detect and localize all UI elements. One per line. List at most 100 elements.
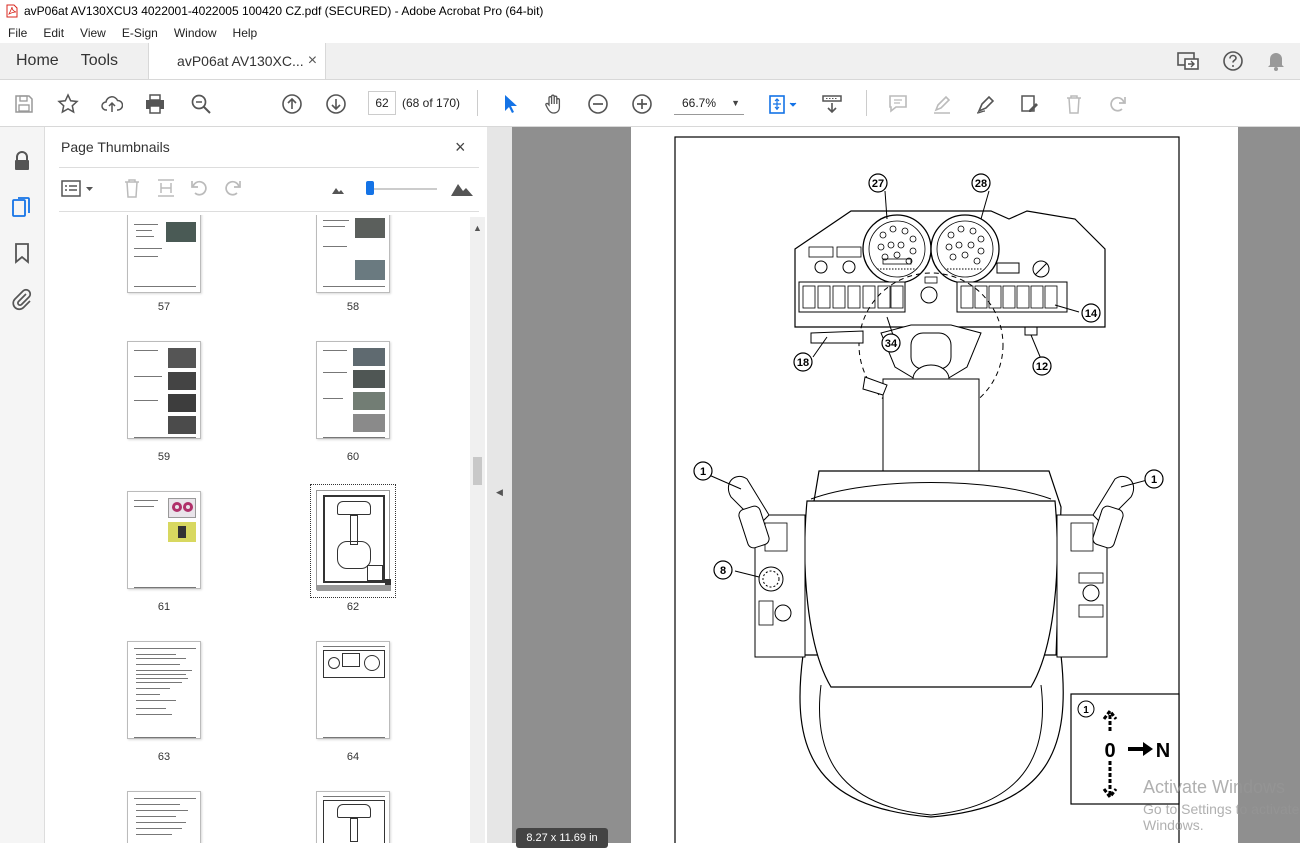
menu-help[interactable]: Help <box>225 26 266 40</box>
thumbnail-page-number: 60 <box>346 451 360 463</box>
callout-8: 8 <box>720 565 726 577</box>
bookmarks-icon[interactable] <box>10 241 34 265</box>
thumb-page <box>316 490 391 591</box>
thumbnail-scrollbar-thumb[interactable] <box>473 457 482 485</box>
edit-text-icon[interactable] <box>1018 92 1042 116</box>
collapse-arrow-icon[interactable]: ◀ <box>496 487 503 498</box>
zoom-search-icon[interactable] <box>189 92 213 116</box>
select-cursor-icon[interactable] <box>498 92 522 116</box>
rotate-clockwise-icon[interactable] <box>222 177 244 199</box>
toolbar-divider <box>866 90 867 116</box>
callout-14: 14 <box>1085 308 1098 320</box>
thumb-figure <box>367 565 383 581</box>
page-thumbnail-61[interactable] <box>127 491 201 589</box>
comment-icon[interactable] <box>886 92 910 116</box>
small-mountain-icon[interactable] <box>331 183 345 195</box>
tab-bar: Home Tools avP06at AV130XC... × <box>0 43 1300 80</box>
legend-neutral: N <box>1156 740 1170 762</box>
lock-icon[interactable] <box>10 149 34 173</box>
save-icon[interactable] <box>12 92 36 116</box>
page-thumbnails-icon[interactable] <box>10 195 34 219</box>
left-navigation-rail <box>0 127 45 843</box>
scrolling-mode-icon[interactable] <box>820 92 844 116</box>
page-thumbnail-57[interactable] <box>127 215 201 293</box>
tab-document[interactable]: avP06at AV130XC... × <box>148 43 327 79</box>
thumb-figure <box>364 655 380 671</box>
tab-tools[interactable]: Tools <box>75 43 134 79</box>
upload-cloud-icon[interactable] <box>100 92 124 116</box>
page-thumbnails-panel: Page Thumbnails × 57 58 59 60 61 62 63 6… <box>45 127 487 843</box>
callout-1-right: 1 <box>1151 474 1157 486</box>
share-screen-icon[interactable] <box>1176 50 1200 72</box>
menu-view[interactable]: View <box>72 26 114 40</box>
callout-28: 28 <box>975 178 987 190</box>
delete-pages-icon[interactable] <box>121 177 143 199</box>
thumbnail-options-menu-icon[interactable] <box>61 179 97 199</box>
notifications-bell-icon[interactable] <box>1266 50 1286 72</box>
toolbar-divider <box>477 90 478 116</box>
activate-windows-watermark: Activate Windows <box>1143 777 1286 797</box>
title-bar: avP06at AV130XCU3 4022001-4022005 100420… <box>0 0 1300 22</box>
thumb-figure <box>172 502 182 512</box>
thumb-figure <box>328 657 340 669</box>
fit-page-icon[interactable] <box>766 92 800 116</box>
next-page-icon[interactable] <box>324 92 348 116</box>
thumb-figure <box>342 653 360 667</box>
page-thumbnail-58[interactable] <box>316 215 390 293</box>
rotate-counterclockwise-icon[interactable] <box>188 177 210 199</box>
scroll-up-arrow-icon[interactable]: ▲ <box>473 223 482 233</box>
close-panel-icon[interactable]: × <box>455 137 466 158</box>
delete-trash-icon[interactable] <box>1062 92 1086 116</box>
thumb-frame <box>323 800 385 843</box>
page-thumbnail-64[interactable] <box>316 641 390 739</box>
thumbnail-scrollbar[interactable] <box>470 217 485 843</box>
draw-pen-icon[interactable] <box>974 92 998 116</box>
thumbnail-page-number: 64 <box>346 751 360 763</box>
page-thumbnail-66[interactable] <box>316 791 390 843</box>
window-title: avP06at AV130XCU3 4022001-4022005 100420… <box>24 4 544 18</box>
page-thumbnail-62-selected[interactable] <box>310 484 396 598</box>
menu-esign[interactable]: E-Sign <box>114 26 166 40</box>
page-number-input[interactable]: 62 <box>368 91 396 115</box>
close-tab-icon[interactable]: × <box>308 52 317 70</box>
thumb-figure <box>337 501 371 515</box>
zoom-out-icon[interactable] <box>586 92 610 116</box>
zoom-in-icon[interactable] <box>630 92 654 116</box>
menu-file[interactable]: File <box>0 26 35 40</box>
thumbnail-size-slider-track[interactable] <box>367 188 437 190</box>
collapse-panel-bar[interactable]: ◀ <box>487 127 512 843</box>
callout-34: 34 <box>885 338 898 350</box>
thumb-figure <box>323 650 385 678</box>
callout-1-left: 1 <box>700 466 706 478</box>
legend-zero: 0 <box>1104 740 1115 762</box>
zoom-level-select[interactable]: 66.7% ▼ <box>674 91 744 115</box>
extract-pages-icon[interactable] <box>155 177 177 199</box>
page-thumbnail-63[interactable] <box>127 641 201 739</box>
hand-tool-icon[interactable] <box>542 92 566 116</box>
page-thumbnail-59[interactable] <box>127 341 201 439</box>
thumbnail-size-slider-handle[interactable] <box>366 181 374 195</box>
menu-edit[interactable]: Edit <box>35 26 72 40</box>
thumbnail-page-number: 62 <box>346 601 360 613</box>
previous-page-icon[interactable] <box>280 92 304 116</box>
activate-windows-subtext: Go to Settings to activate Windows. <box>1143 801 1300 833</box>
tab-document-label: avP06at AV130XC... <box>177 53 304 69</box>
callout-12: 12 <box>1036 361 1048 373</box>
highlight-pen-icon[interactable] <box>930 92 954 116</box>
attachments-paperclip-icon[interactable] <box>10 287 34 311</box>
print-icon[interactable] <box>143 92 167 116</box>
redo-icon[interactable] <box>1106 92 1130 116</box>
legend-callout-1: 1 <box>1083 705 1089 716</box>
help-icon[interactable] <box>1222 50 1244 72</box>
page-thumbnail-65[interactable] <box>127 791 201 843</box>
panel-title: Page Thumbnails <box>61 139 170 155</box>
thumbnail-list: 57 58 59 60 61 62 63 64 <box>45 215 470 843</box>
tab-home[interactable]: Home <box>0 43 75 79</box>
bookmark-star-icon[interactable] <box>56 92 80 116</box>
large-mountain-icon[interactable] <box>450 179 474 197</box>
menu-window[interactable]: Window <box>166 26 225 40</box>
thumb-figure <box>385 579 391 585</box>
page-thumbnail-60[interactable] <box>316 341 390 439</box>
pdf-page: 27 28 14 34 18 12 1 1 8 1 0 N <box>631 127 1238 843</box>
callout-27: 27 <box>872 178 884 190</box>
